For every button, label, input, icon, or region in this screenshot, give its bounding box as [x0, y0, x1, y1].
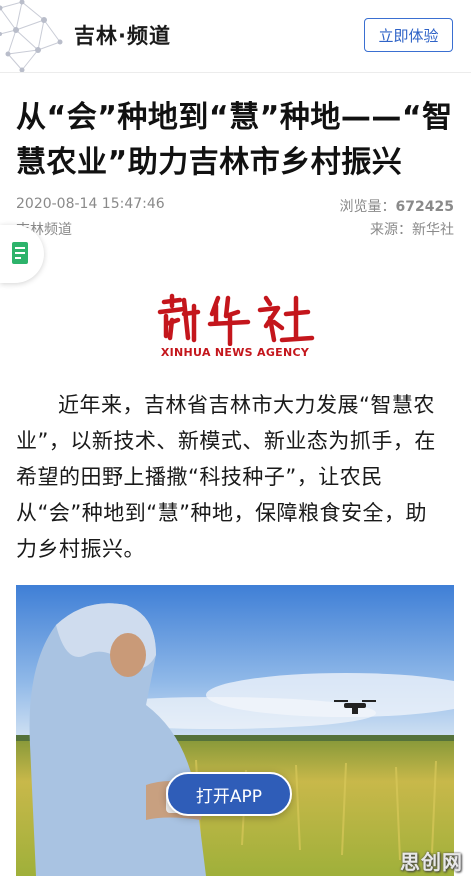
view-count: 浏览量：672425 — [340, 196, 454, 216]
app-header: 吉林·频道 立即体验 — [0, 0, 471, 73]
xinhua-english-name: XINHUA NEWS AGENCY — [160, 346, 310, 359]
article-source: 来源：新华社 — [370, 222, 454, 238]
open-app-button[interactable]: 打开APP — [166, 772, 292, 816]
xinhua-brush-logo — [157, 293, 315, 347]
farmer-drone-field-image — [16, 585, 454, 876]
views-label: 浏览量： — [339, 199, 396, 215]
article-source-row: 吉林频道 来源：新华社 — [16, 219, 454, 239]
site-watermark: 思创网 — [400, 850, 463, 874]
try-now-button[interactable]: 立即体验 — [364, 18, 453, 52]
channel-title[interactable]: 吉林·频道 — [74, 20, 171, 50]
article-headline: 从“会”种地到“慧”种地——“智 慧农业”助力吉林市乡村振兴 — [16, 95, 456, 185]
article-body-paragraph: 近年来，吉林省吉林市大力发展“智慧农业”，以新技术、新模式、新业态为抓手，在希望… — [16, 393, 436, 561]
article-photo[interactable] — [16, 585, 454, 876]
xinhua-logo: XINHUA NEWS AGENCY — [150, 292, 320, 364]
network-logo-icon — [0, 0, 63, 72]
publish-date: 2020-08-14 15:47:46 — [16, 196, 165, 212]
headline-line-1: 从“会”种地到“慧”种地——“智 — [16, 100, 453, 135]
views-number: 672425 — [395, 199, 454, 215]
headline-line-2: 慧农业”助力吉林市乡村振兴 — [16, 145, 403, 180]
article-meta-row: 2020-08-14 15:47:46 浏览量：672425 — [16, 196, 454, 216]
document-icon — [12, 242, 28, 264]
